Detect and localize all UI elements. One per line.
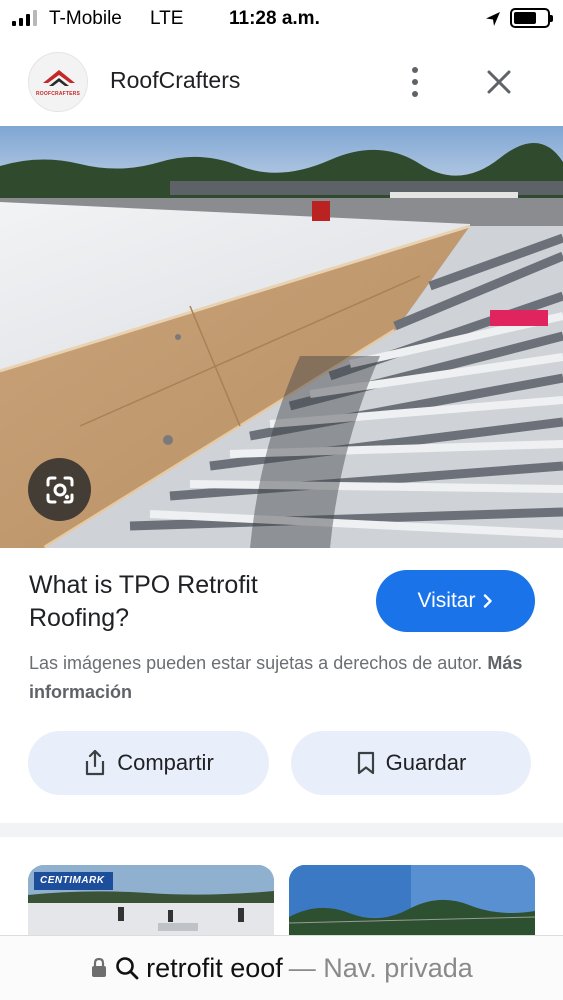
share-button[interactable]: Compartir <box>28 731 269 795</box>
share-label: Compartir <box>117 750 214 775</box>
related-image-thumbnail[interactable] <box>289 865 535 945</box>
share-icon <box>86 749 105 776</box>
hero-image[interactable] <box>0 126 563 548</box>
visit-button[interactable]: Visitar <box>376 570 535 632</box>
lock-icon <box>92 957 107 977</box>
location-icon <box>486 12 500 26</box>
search-query[interactable]: retrofit eoof <box>146 953 283 984</box>
copyright-text: Las imágenes pueden estar sujetas a dere… <box>29 653 483 673</box>
status-bar: T-Mobile LTE 11:28 a.m. <box>0 0 563 38</box>
more-options-button[interactable] <box>400 62 430 102</box>
chevron-right-icon <box>484 594 493 608</box>
bookmark-icon <box>357 751 374 775</box>
visit-label: Visitar <box>417 589 476 612</box>
carrier-name: T-Mobile <box>49 8 122 29</box>
related-source-badge: CENTIMARK <box>34 872 113 890</box>
status-time: 11:28 a.m. <box>229 8 320 29</box>
related-roof-photo <box>289 865 535 945</box>
close-icon[interactable] <box>483 66 515 98</box>
address-bar[interactable]: retrofit eoof — Nav. privada <box>0 935 563 1000</box>
logo-text: ROOFCRAFTERS <box>35 91 81 97</box>
network-type: LTE <box>150 8 184 29</box>
signal-icon <box>12 10 37 26</box>
roof-logo-icon <box>29 53 87 111</box>
lens-button[interactable] <box>28 458 91 521</box>
site-logo[interactable]: ROOFCRAFTERS <box>28 52 88 112</box>
related-image-thumbnail[interactable]: CENTIMARK <box>28 865 274 945</box>
section-divider <box>0 823 563 837</box>
site-title[interactable]: RoofCrafters <box>110 67 240 94</box>
battery-icon <box>510 8 553 28</box>
lens-icon <box>46 476 73 503</box>
header: ROOFCRAFTERS RoofCrafters <box>0 48 563 116</box>
save-label: Guardar <box>385 750 467 775</box>
result-title: What is TPO Retrofit Roofing? <box>29 571 258 632</box>
more-vert-icon <box>412 67 418 73</box>
save-button[interactable]: Guardar <box>291 731 531 795</box>
search-icon <box>116 957 139 980</box>
browsing-mode-label: — Nav. privada <box>288 952 473 983</box>
copyright-notice: Las imágenes pueden estar sujetas a dere… <box>29 649 529 707</box>
